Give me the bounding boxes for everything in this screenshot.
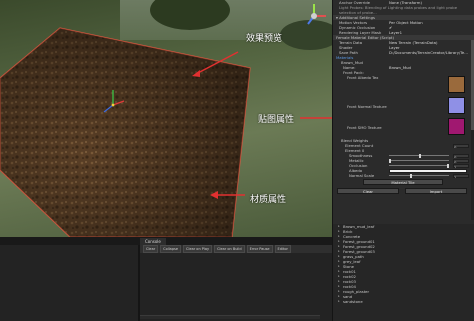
- console-panel[interactable]: Console Clear Collapse Clear on Play Cle…: [0, 237, 332, 321]
- console-clear-on-build-button[interactable]: Clear on Build: [214, 245, 245, 253]
- material-list[interactable]: ▸ Brown_mud_leaf ▸ Brick ▸ Concrete ▸ Forest…: [333, 224, 474, 321]
- texture-slot: Front Normal Texture: [333, 96, 474, 117]
- list-item-label: sandstone: [343, 299, 363, 304]
- metallic-slider-knob[interactable]: [389, 158, 391, 163]
- console-tabbar: Console: [0, 237, 332, 245]
- normal-scale-slider[interactable]: [389, 175, 449, 176]
- expand-arrow-icon[interactable]: ▸: [338, 299, 340, 304]
- horizontal-scrollbar[interactable]: [140, 315, 320, 319]
- console-editor-dropdown[interactable]: Editor: [274, 245, 291, 253]
- console-clear-button[interactable]: Clear: [143, 245, 159, 253]
- normal-texture-label: Front Normal Texture: [347, 104, 387, 109]
- list-item[interactable]: ▸ sandstone: [333, 299, 474, 304]
- smoothness-slider-knob[interactable]: [419, 153, 421, 158]
- console-collapse-button[interactable]: Collapse: [160, 245, 182, 253]
- annotation-preview: 效果预览: [246, 33, 283, 43]
- normal-scale-slider-knob[interactable]: [410, 173, 412, 178]
- panel-divider[interactable]: [138, 245, 140, 321]
- clear-button[interactable]: Clear: [337, 188, 399, 194]
- texture-slot: Front Albedo Tex: [333, 75, 474, 96]
- albedo-texture-thumbnail[interactable]: [448, 76, 465, 93]
- smoothness-value[interactable]: 0: [453, 153, 469, 158]
- occlusion-slider[interactable]: [389, 165, 449, 166]
- inspector-panel[interactable]: Anchor Override None (Transform) Light Pr…: [332, 0, 474, 321]
- annotation-material: 材质属性: [250, 194, 287, 204]
- texture-slot: Front SMO Texture: [333, 117, 474, 138]
- smo-texture-label: Front SMO Texture: [347, 125, 382, 130]
- console-clear-on-play-button[interactable]: Clear on Play: [183, 245, 213, 253]
- albedo-color-swatch[interactable]: [389, 168, 467, 173]
- albedo-texture-label: Front Albedo Tex: [347, 75, 379, 80]
- smo-texture-thumbnail[interactable]: [448, 118, 465, 135]
- metallic-slider[interactable]: [389, 160, 449, 161]
- normal-texture-thumbnail[interactable]: [448, 97, 465, 114]
- import-button[interactable]: Import: [405, 188, 467, 194]
- console-error-pause-button[interactable]: Error Pause: [246, 245, 273, 253]
- scene-orientation-gizmo[interactable]: [300, 2, 328, 30]
- tab-console[interactable]: Console: [140, 237, 166, 245]
- normal-scale-value[interactable]: 1: [453, 173, 469, 178]
- occlusion-slider-knob[interactable]: [447, 163, 449, 168]
- annotation-texture: 贴图属性: [258, 114, 295, 124]
- metallic-value[interactable]: 0: [453, 158, 469, 163]
- scene-view[interactable]: 效果预览 贴图属性 材质属性: [0, 0, 332, 237]
- occlusion-value[interactable]: 1: [453, 163, 469, 168]
- console-toolbar: Clear Collapse Clear on Play Clear on Bu…: [140, 245, 332, 253]
- material-tile-button[interactable]: Material Tile: [363, 179, 443, 185]
- element-count-field[interactable]: 0: [453, 143, 469, 148]
